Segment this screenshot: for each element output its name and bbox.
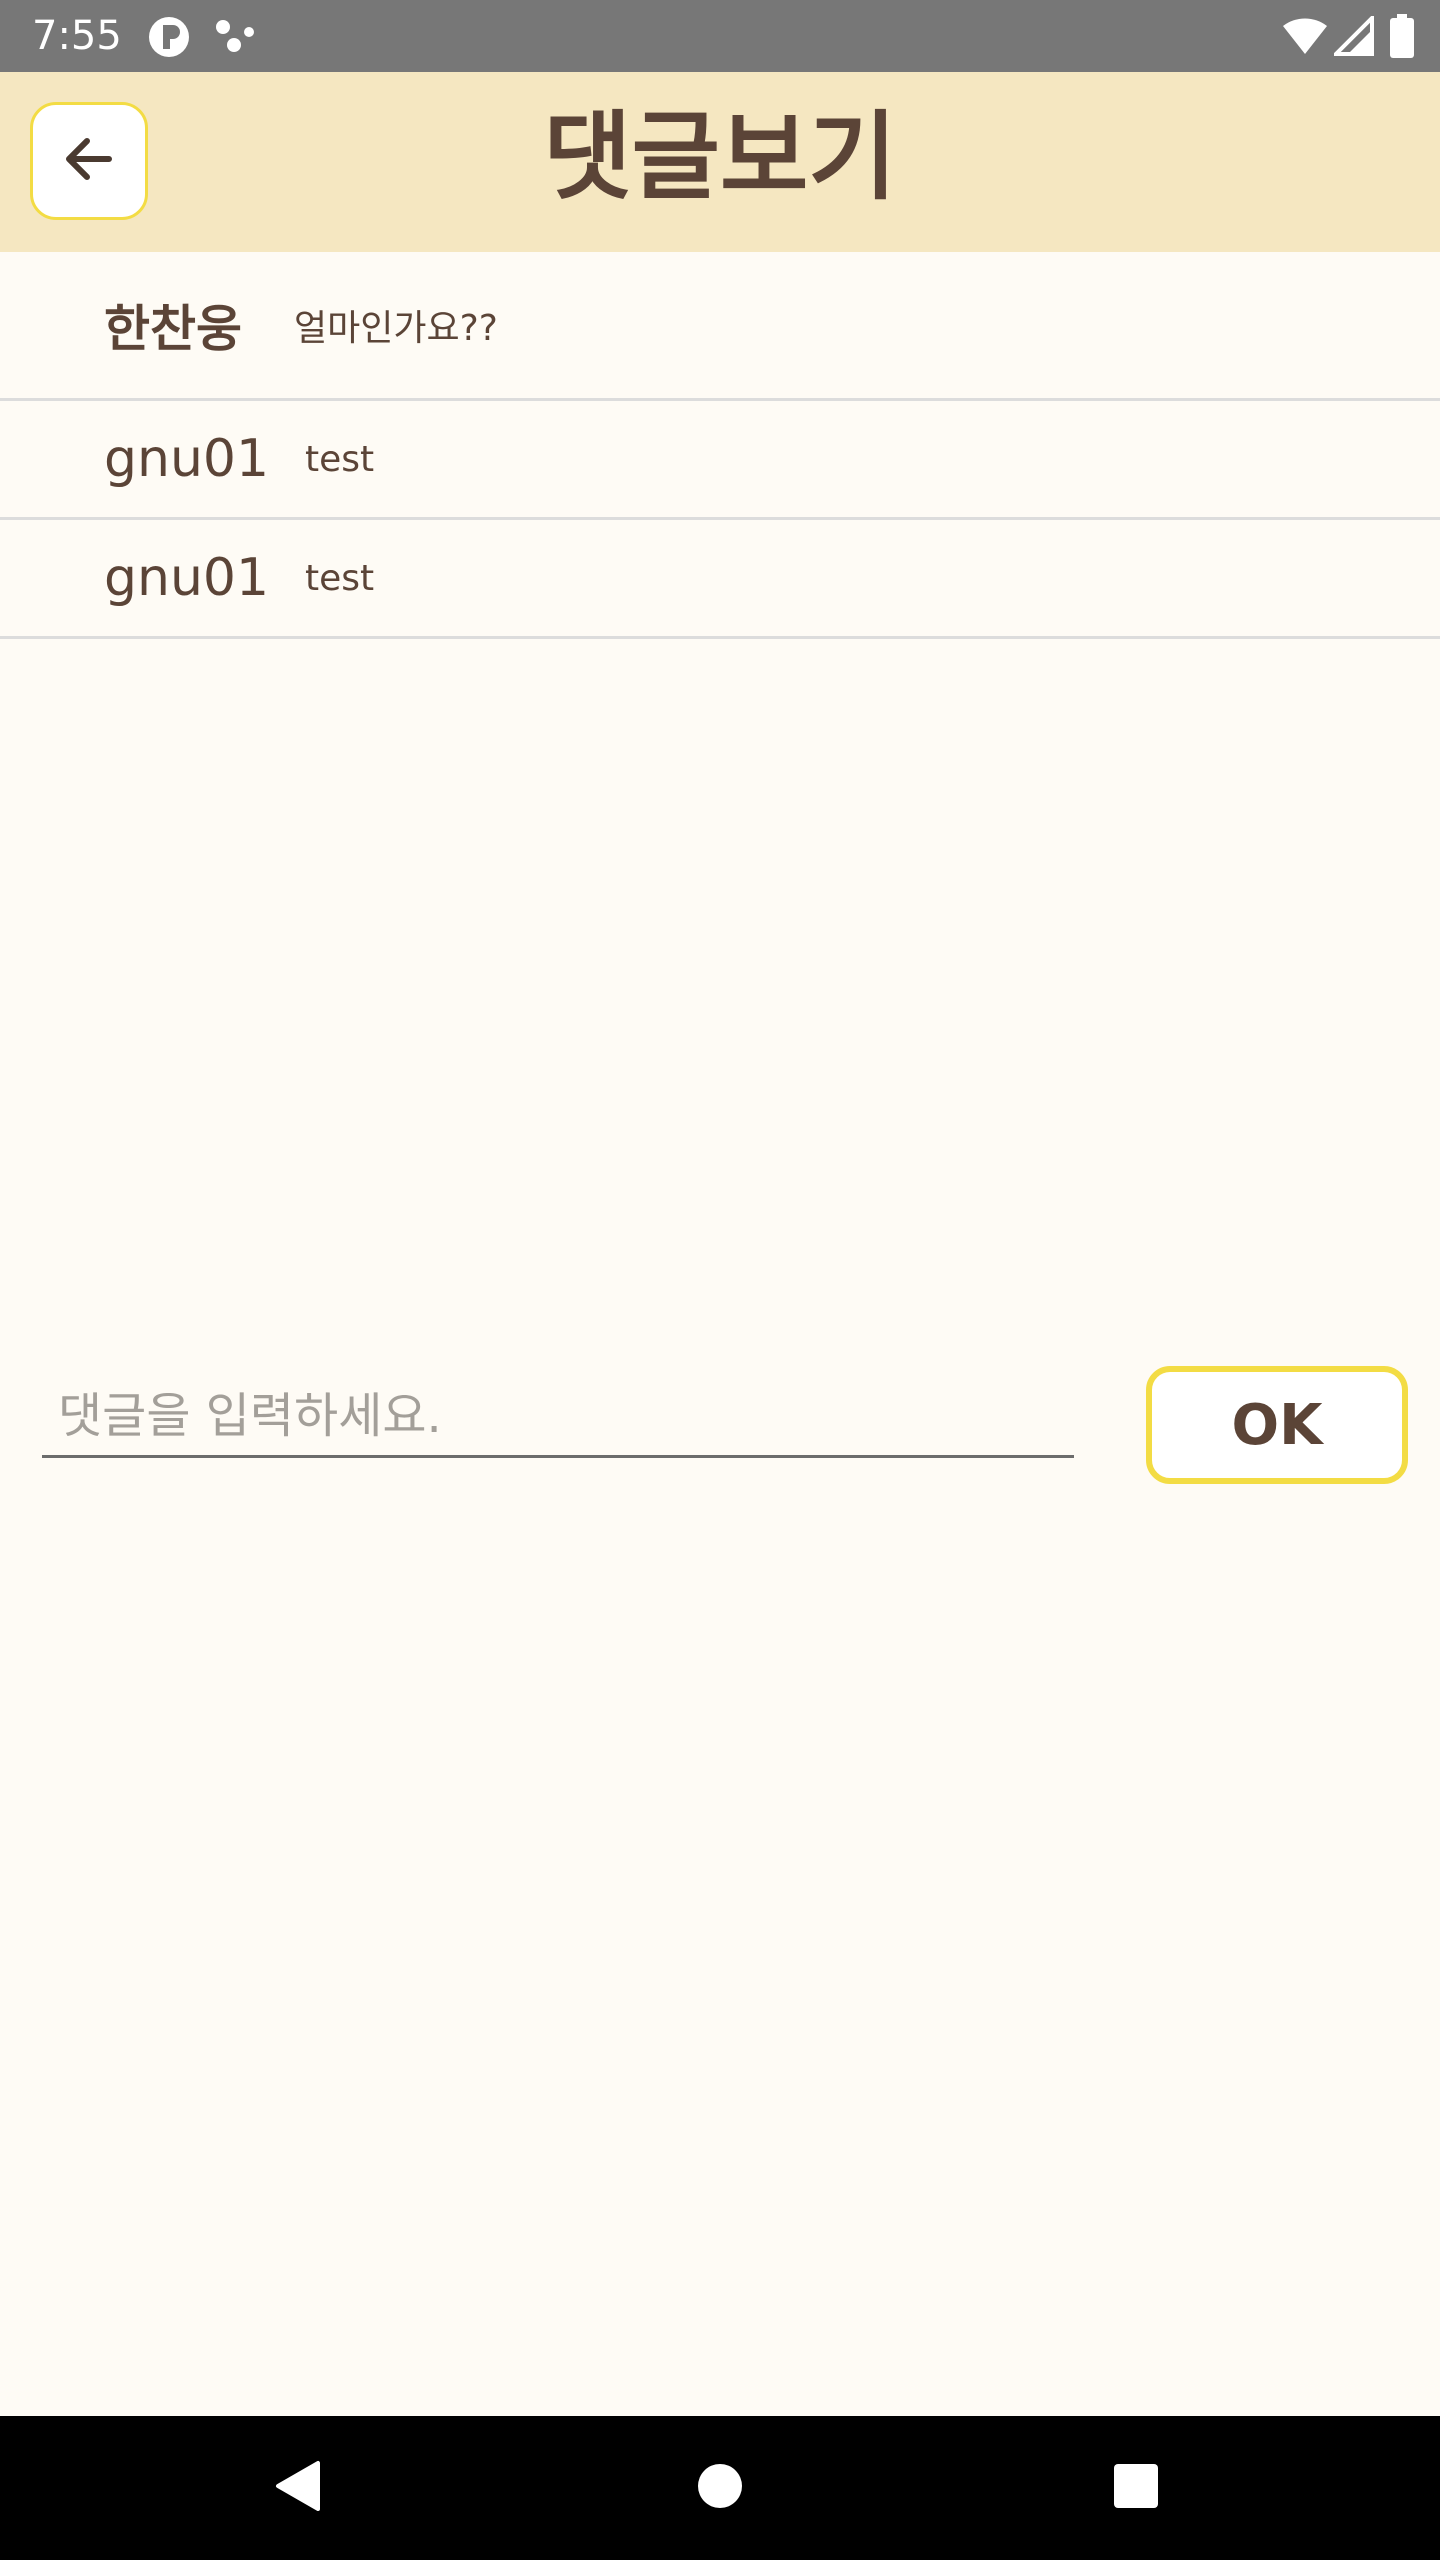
comment-author: gnu01 bbox=[104, 548, 270, 608]
comment-list: 한찬웅 얼마인가요?? gnu01 test gnu01 test bbox=[0, 252, 1440, 639]
comment-row: gnu01 test bbox=[0, 520, 1440, 639]
status-time: 7:55 bbox=[32, 13, 122, 59]
comment-input[interactable] bbox=[58, 1376, 1058, 1456]
comment-input-underline bbox=[42, 1376, 1074, 1458]
nav-recents-button[interactable] bbox=[1036, 2416, 1236, 2560]
signal-icon bbox=[1334, 16, 1374, 56]
home-circle-icon bbox=[697, 2463, 743, 2513]
recents-square-icon bbox=[1113, 2463, 1159, 2513]
comment-author: gnu01 bbox=[104, 429, 270, 489]
nav-bar bbox=[0, 2416, 1440, 2560]
comment-row: 한찬웅 얼마인가요?? bbox=[0, 252, 1440, 401]
nav-back-button[interactable] bbox=[198, 2416, 398, 2560]
back-triangle-icon bbox=[274, 2460, 322, 2516]
comment-text: 얼마인가요?? bbox=[294, 308, 498, 349]
battery-icon bbox=[1390, 14, 1414, 58]
status-bar: 7:55 bbox=[0, 0, 1440, 72]
arrow-left-icon bbox=[61, 131, 117, 191]
comment-row: gnu01 test bbox=[0, 401, 1440, 520]
wifi-icon bbox=[1282, 16, 1328, 56]
notification-p-icon bbox=[148, 16, 190, 58]
nav-home-button[interactable] bbox=[620, 2416, 820, 2560]
header: 댓글보기 bbox=[0, 72, 1440, 252]
dots-icon bbox=[214, 18, 256, 54]
comment-text: test bbox=[305, 438, 375, 480]
ok-button[interactable]: OK bbox=[1146, 1366, 1408, 1484]
comment-author: 한찬웅 bbox=[104, 300, 242, 358]
back-button[interactable] bbox=[30, 102, 148, 220]
comment-text: test bbox=[305, 557, 375, 599]
page-title: 댓글보기 bbox=[543, 101, 897, 213]
